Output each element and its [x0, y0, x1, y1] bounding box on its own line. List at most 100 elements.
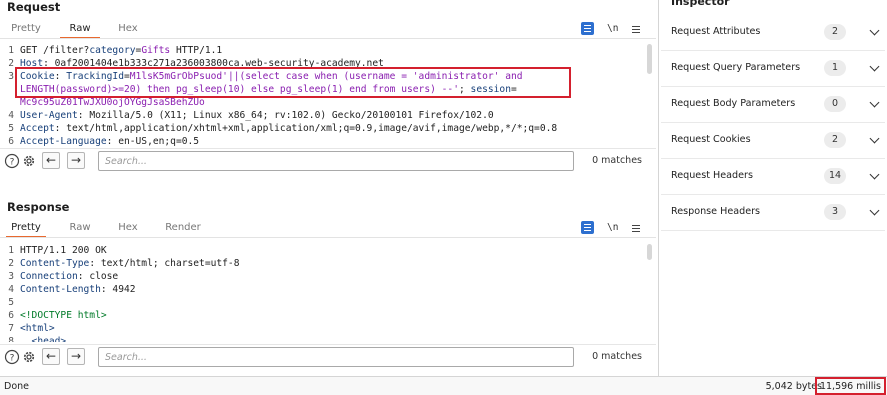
code-line: 6 Accept-Language: en-US,en;q=0.5	[0, 135, 199, 146]
code-token: : Mozilla/5.0 (X11; Linux x86_64; rv:102…	[77, 110, 494, 121]
line-number: 1	[8, 45, 14, 56]
line-number: 1	[8, 245, 14, 256]
line-number: 5	[8, 297, 14, 308]
chevron-down-icon[interactable]	[869, 133, 880, 144]
forward-arrow-icon[interactable]: →	[67, 348, 85, 365]
code-token: Accept-Language	[20, 136, 107, 146]
menu-icon[interactable]	[630, 222, 642, 234]
inspector-section-count: 3	[824, 204, 846, 220]
response-editor[interactable]: 1 HTTP/1.1 200 OK 2 Content-Type: text/html…	[0, 242, 656, 342]
help-icon[interactable]: ?	[4, 153, 20, 169]
response-time: 11,596 millis	[814, 377, 886, 395]
svg-text:?: ?	[10, 158, 15, 168]
code-token: : en-US,en;q=0.5	[106, 136, 200, 146]
inspector-section-label: Request Headers	[671, 170, 753, 181]
code-line: 4 Content-Length: 4942	[0, 283, 136, 296]
response-title: Response	[7, 200, 70, 214]
menu-icon[interactable]	[630, 23, 642, 35]
code-line: 5	[0, 296, 20, 309]
response-scrollbar[interactable]	[647, 244, 652, 260]
newline-toggle[interactable]: \n	[607, 222, 618, 233]
line-number: 4	[8, 284, 14, 295]
forward-arrow-icon[interactable]: →	[67, 152, 85, 169]
response-tabs: Pretty Raw Hex Render \n	[0, 220, 656, 238]
code-line: 3 Connection: close	[0, 270, 118, 283]
chevron-down-icon[interactable]	[869, 25, 880, 36]
inspector-title: Inspector	[671, 0, 730, 8]
code-token: HTTP/1.1	[170, 45, 223, 56]
line-number: 3	[8, 271, 14, 282]
tab-request-hex[interactable]: Hex	[108, 21, 148, 39]
back-arrow-icon[interactable]: ←	[42, 152, 60, 169]
inspector-section[interactable]: Request Body Parameters 0	[661, 87, 885, 123]
line-number: 2	[8, 258, 14, 269]
code-line: 6 <!DOCTYPE html>	[0, 309, 107, 322]
chevron-down-icon[interactable]	[869, 97, 880, 108]
request-title: Request	[7, 0, 61, 14]
injection-highlight-box	[15, 67, 571, 98]
help-icon[interactable]: ?	[4, 349, 20, 365]
inspector-header: Inspector	[659, 0, 887, 14]
chevron-down-icon[interactable]	[869, 205, 880, 216]
line-number: 6	[8, 136, 14, 146]
code-token: Gifts	[141, 45, 171, 56]
wrap-lines-icon[interactable]	[581, 22, 594, 35]
gear-icon[interactable]	[21, 349, 37, 365]
tab-response-render[interactable]: Render	[160, 220, 206, 238]
code-token: HTTP/1.1 200 OK	[20, 245, 107, 256]
request-tabs: Pretty Raw Hex \n	[0, 21, 656, 39]
code-line: 7 <html>	[0, 322, 55, 335]
request-match-count: 0 matches	[592, 155, 642, 166]
tab-response-pretty[interactable]: Pretty	[6, 220, 46, 238]
code-line: 4 User-Agent: Mozilla/5.0 (X11; Linux x86…	[0, 109, 494, 122]
request-search-bar: ? ← → 0 matches	[0, 148, 656, 172]
tab-request-pretty[interactable]: Pretty	[6, 21, 46, 39]
tab-response-raw[interactable]: Raw	[60, 220, 100, 238]
tab-request-raw[interactable]: Raw	[60, 21, 100, 39]
code-token: <!DOCTYPE html>	[20, 310, 107, 321]
message-editor-column: Request Pretty Raw Hex \n 1 GET /filter?c…	[0, 0, 656, 376]
inspector-section-count: 2	[824, 24, 846, 40]
inspector-section[interactable]: Request Attributes 2	[661, 15, 885, 51]
inspector-section-label: Request Query Parameters	[671, 62, 801, 73]
code-token: Connection	[20, 271, 78, 282]
chevron-down-icon[interactable]	[869, 61, 880, 72]
line-number: 4	[8, 110, 14, 121]
response-search-bar: ? ← → 0 matches	[0, 344, 656, 368]
code-token: Mc9c95uZ01TwJXU0ojOYGgJsaSBehZUo	[20, 97, 205, 108]
code-token: GET /filter?	[20, 45, 90, 56]
line-number: 5	[8, 123, 14, 134]
request-search-input[interactable]	[98, 151, 574, 171]
code-token: User-Agent	[20, 110, 78, 121]
inspector-section-count: 0	[824, 96, 846, 112]
inspector-section-count: 2	[824, 132, 846, 148]
svg-text:?: ?	[10, 354, 15, 364]
response-search-input[interactable]	[98, 347, 574, 367]
code-token: : 4942	[100, 284, 136, 295]
code-line: 5 Accept: text/html,application/xhtml+xml…	[0, 122, 557, 135]
code-line: 8 <head>	[0, 335, 66, 342]
inspector-section[interactable]: Request Query Parameters 1	[661, 51, 885, 87]
gear-icon[interactable]	[21, 153, 37, 169]
code-token: category	[89, 45, 136, 56]
inspector-section-count: 1	[824, 60, 846, 76]
code-line: 1 HTTP/1.1 200 OK	[0, 244, 107, 257]
inspector-section-label: Request Cookies	[671, 134, 751, 145]
code-token: Accept	[20, 123, 55, 134]
request-scrollbar[interactable]	[647, 44, 652, 74]
inspector-section[interactable]: Response Headers 3	[661, 195, 885, 231]
line-number: 6	[8, 310, 14, 321]
status-text: Done	[4, 381, 29, 392]
code-token: : close	[77, 271, 119, 282]
code-token: : text/html,application/xhtml+xml,applic…	[54, 123, 558, 134]
inspector-section-label: Response Headers	[671, 206, 761, 217]
back-arrow-icon[interactable]: ←	[42, 348, 60, 365]
inspector-section-label: Request Body Parameters	[671, 98, 796, 109]
chevron-down-icon[interactable]	[869, 169, 880, 180]
inspector-section[interactable]: Request Headers 14	[661, 159, 885, 195]
wrap-lines-icon[interactable]	[581, 221, 594, 234]
code-token: <html>	[20, 323, 55, 334]
tab-response-hex[interactable]: Hex	[108, 220, 148, 238]
newline-toggle[interactable]: \n	[607, 23, 618, 34]
inspector-section[interactable]: Request Cookies 2	[661, 123, 885, 159]
